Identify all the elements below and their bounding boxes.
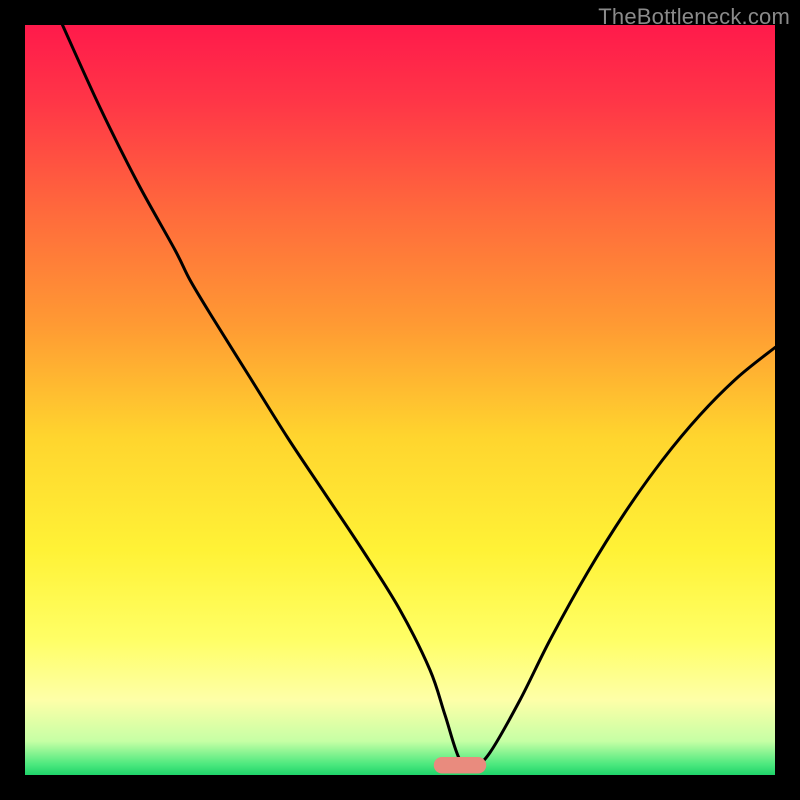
chart-svg (25, 25, 775, 775)
chart-frame (25, 25, 775, 775)
chart-background (25, 25, 775, 775)
watermark-text: TheBottleneck.com (598, 4, 790, 30)
bottleneck-marker (434, 757, 487, 774)
